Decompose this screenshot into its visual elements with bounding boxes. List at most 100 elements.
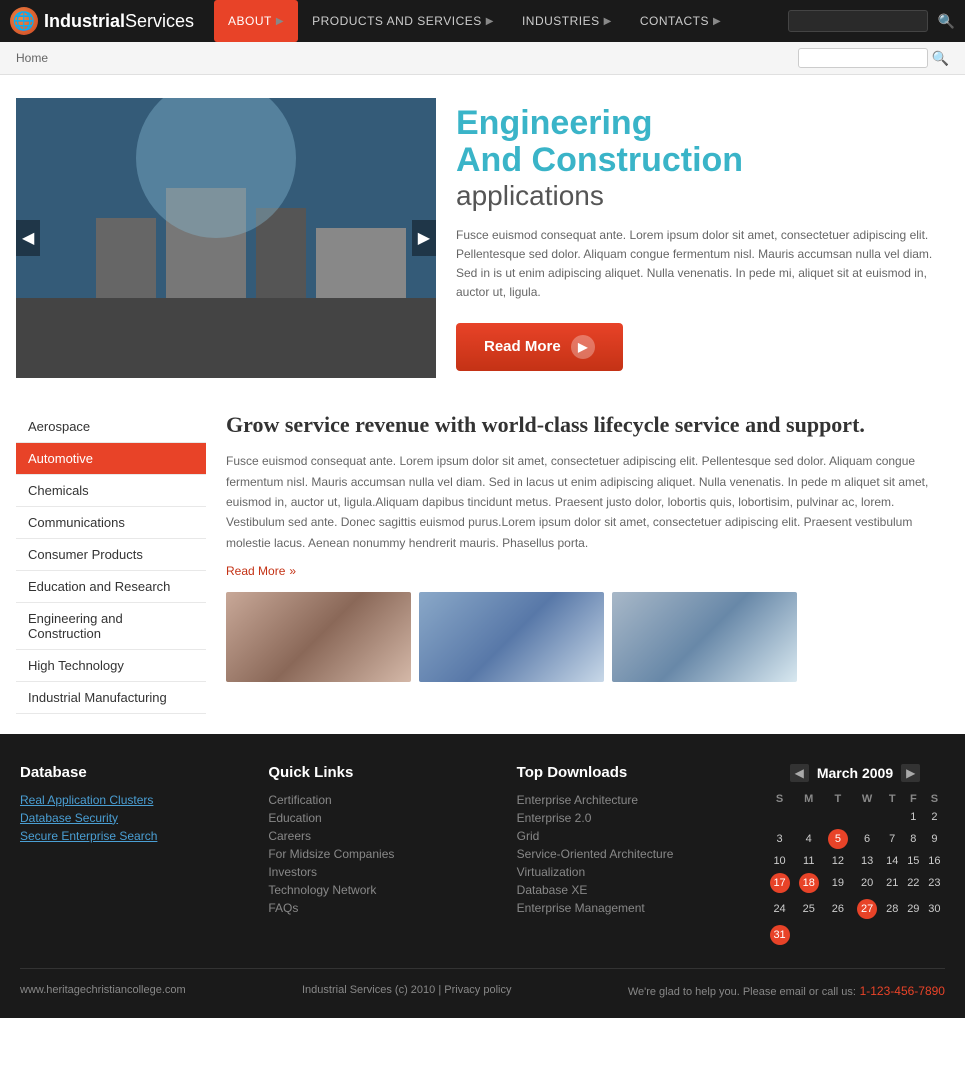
cal-day[interactable]: 8: [903, 826, 924, 852]
breadcrumb-search-input[interactable]: [798, 48, 928, 68]
cal-day[interactable]: 11: [794, 852, 823, 870]
footer-col-downloads: Top Downloads Enterprise Architecture En…: [517, 764, 745, 948]
cal-day-31[interactable]: 31: [765, 922, 794, 948]
cal-day-5[interactable]: 5: [823, 826, 852, 852]
hero-next-button[interactable]: ▶: [412, 220, 436, 256]
cal-day[interactable]: 3: [765, 826, 794, 852]
nav-products[interactable]: PRODUCTS AND SERVICES ▶: [298, 0, 508, 42]
footer-quicklink-midsize[interactable]: For Midsize Companies: [268, 847, 496, 861]
cal-day[interactable]: 19: [823, 870, 852, 896]
cal-day[interactable]: [794, 808, 823, 826]
nav-about[interactable]: ABOUT ▶: [214, 0, 298, 42]
hero-prev-button[interactable]: ◀: [16, 220, 40, 256]
footer-download-soa[interactable]: Service-Oriented Architecture: [517, 847, 745, 861]
sidebar-item-industrial-manufacturing[interactable]: Industrial Manufacturing: [16, 682, 206, 714]
cal-day[interactable]: 1: [903, 808, 924, 826]
footer-download-em[interactable]: Enterprise Management: [517, 901, 745, 915]
footer-quicklink-faqs[interactable]: FAQs: [268, 901, 496, 915]
cal-header-f: F: [903, 790, 924, 808]
cal-day[interactable]: 20: [853, 870, 882, 896]
footer-quicklink-investors[interactable]: Investors: [268, 865, 496, 879]
nav-industries[interactable]: INDUSTRIES ▶: [508, 0, 626, 42]
cal-day[interactable]: 22: [903, 870, 924, 896]
cal-day[interactable]: [765, 808, 794, 826]
footer-link-enterprise-search[interactable]: Secure Enterprise Search: [20, 829, 248, 843]
hero-image: [16, 98, 436, 378]
cal-day-17[interactable]: 17: [765, 870, 794, 896]
cal-day[interactable]: [882, 808, 903, 826]
calendar-next-button[interactable]: ▶: [901, 764, 920, 782]
sidebar-item-automotive[interactable]: Automotive: [16, 443, 206, 475]
hero-description: Fusce euismod consequat ante. Lorem ipsu…: [456, 226, 949, 303]
footer-link-db-security[interactable]: Database Security: [20, 811, 248, 825]
nav-contacts[interactable]: CONTACTS ▶: [626, 0, 735, 42]
cal-day-27[interactable]: 27: [853, 896, 882, 922]
cal-day[interactable]: 30: [924, 896, 945, 922]
nav-products-label: PRODUCTS AND SERVICES: [312, 14, 482, 28]
cal-day[interactable]: 29: [903, 896, 924, 922]
cal-header-s2: S: [924, 790, 945, 808]
calendar-prev-button[interactable]: ◀: [790, 764, 809, 782]
cal-day[interactable]: 15: [903, 852, 924, 870]
nav-about-label: ABOUT: [228, 14, 272, 28]
cal-day[interactable]: 21: [882, 870, 903, 896]
cal-day[interactable]: 26: [823, 896, 852, 922]
footer-quicklink-certification[interactable]: Certification: [268, 793, 496, 807]
cal-day[interactable]: 23: [924, 870, 945, 896]
breadcrumb[interactable]: Home: [16, 51, 48, 65]
sidebar-item-consumer-products[interactable]: Consumer Products: [16, 539, 206, 571]
sidebar-item-chemicals[interactable]: Chemicals: [16, 475, 206, 507]
main-description: Fusce euismod consequat ante. Lorem ipsu…: [226, 451, 949, 553]
cal-day[interactable]: 28: [882, 896, 903, 922]
main-title: Grow service revenue with world-class li…: [226, 411, 949, 440]
footer-download-e2[interactable]: Enterprise 2.0: [517, 811, 745, 825]
calendar-grid: S M T W T F S: [765, 790, 945, 948]
nav-products-arrow: ▶: [486, 16, 494, 27]
cal-day[interactable]: 14: [882, 852, 903, 870]
cal-day[interactable]: 10: [765, 852, 794, 870]
cal-day[interactable]: 12: [823, 852, 852, 870]
footer-contact: We're glad to help you. Please email or …: [628, 983, 945, 998]
hero-title-line2: And Construction: [456, 142, 949, 179]
cal-day[interactable]: 6: [853, 826, 882, 852]
sidebar-item-aerospace[interactable]: Aerospace: [16, 411, 206, 443]
cal-day[interactable]: [823, 808, 852, 826]
breadcrumb-bar: Home 🔍: [0, 42, 965, 75]
cal-day: [823, 922, 852, 948]
cal-day[interactable]: 7: [882, 826, 903, 852]
footer-download-dbxe[interactable]: Database XE: [517, 883, 745, 897]
footer-download-grid[interactable]: Grid: [517, 829, 745, 843]
cal-day[interactable]: 9: [924, 826, 945, 852]
footer-quicklink-careers[interactable]: Careers: [268, 829, 496, 843]
sidebar-item-communications[interactable]: Communications: [16, 507, 206, 539]
cal-header-t2: T: [882, 790, 903, 808]
cal-day[interactable]: 2: [924, 808, 945, 826]
gallery-image-1: [226, 592, 411, 682]
cal-header-s1: S: [765, 790, 794, 808]
footer-quicklink-technetwork[interactable]: Technology Network: [268, 883, 496, 897]
footer-link-rac[interactable]: Real Application Clusters: [20, 793, 248, 807]
cal-day-18[interactable]: 18: [794, 870, 823, 896]
footer-quicklink-education[interactable]: Education: [268, 811, 496, 825]
footer-database-title: Database: [20, 764, 248, 781]
sidebar-item-high-technology[interactable]: High Technology: [16, 650, 206, 682]
cal-day[interactable]: 24: [765, 896, 794, 922]
sidebar-item-education-research[interactable]: Education and Research: [16, 571, 206, 603]
nav-contacts-arrow: ▶: [713, 16, 721, 27]
footer-downloads-title: Top Downloads: [517, 764, 745, 781]
cal-day[interactable]: [853, 808, 882, 826]
hero-read-more-button[interactable]: Read More ▶: [456, 323, 623, 371]
footer-copy: Industrial Services (c) 2010 | Privacy p…: [302, 984, 512, 996]
cal-day[interactable]: 16: [924, 852, 945, 870]
cal-day[interactable]: 25: [794, 896, 823, 922]
cal-day[interactable]: 4: [794, 826, 823, 852]
breadcrumb-search-icon[interactable]: 🔍: [932, 50, 949, 67]
header-search-input[interactable]: [788, 10, 928, 32]
footer-download-virtualization[interactable]: Virtualization: [517, 865, 745, 879]
cal-header-t1: T: [823, 790, 852, 808]
main-read-more-link[interactable]: Read More: [226, 564, 296, 578]
cal-day[interactable]: 13: [853, 852, 882, 870]
header-search-icon[interactable]: 🔍: [938, 13, 955, 30]
footer-download-ea[interactable]: Enterprise Architecture: [517, 793, 745, 807]
sidebar-item-engineering-construction[interactable]: Engineering and Construction: [16, 603, 206, 650]
